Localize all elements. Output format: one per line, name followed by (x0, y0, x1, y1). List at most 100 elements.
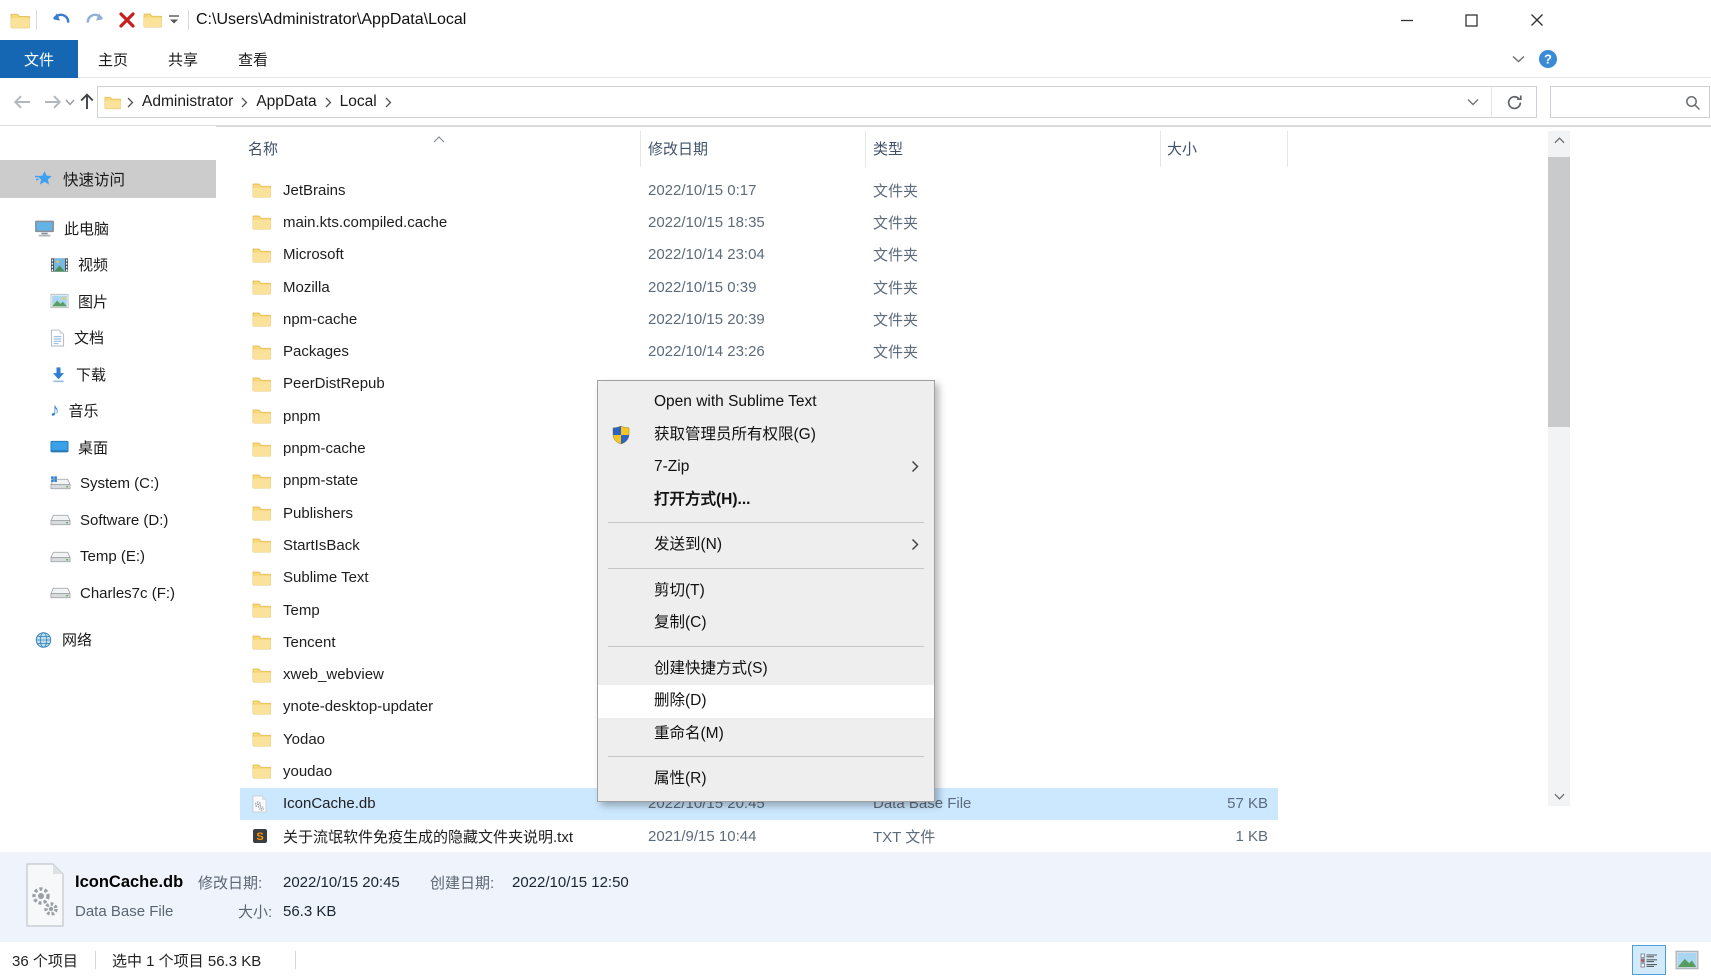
details-modified-value: 2022/10/15 20:45 (283, 874, 400, 891)
sidebar-item[interactable]: 网络 (0, 622, 216, 659)
search-icon[interactable] (1685, 95, 1701, 111)
folder-icon (252, 699, 271, 715)
column-divider[interactable] (1160, 131, 1161, 167)
file-date: 2022/10/15 0:39 (648, 271, 858, 303)
breadcrumb-separator-icon[interactable] (241, 97, 248, 108)
column-header-type[interactable]: 类型 (873, 127, 903, 169)
menu-item[interactable]: 7-Zip (598, 451, 934, 484)
sidebar-item[interactable]: 此电脑 (0, 210, 216, 247)
breadcrumb-separator-icon[interactable] (127, 97, 134, 108)
file-row[interactable]: S关于流氓软件免疫生成的隐藏文件夹说明.txt2021/9/15 10:44TX… (216, 820, 1546, 852)
toolbar-dropdown-icon[interactable] (164, 0, 184, 40)
folder-icon (252, 214, 271, 230)
breadcrumb-item[interactable]: Local (332, 87, 385, 117)
ribbon-tab-share[interactable]: 共享 (148, 40, 218, 78)
sidebar-item[interactable]: 下载 (0, 356, 216, 393)
column-divider[interactable] (1287, 131, 1288, 167)
column-header-size[interactable]: 大小 (1167, 127, 1197, 169)
back-icon[interactable] (8, 78, 36, 126)
scroll-down-icon[interactable] (1548, 787, 1570, 806)
menu-item[interactable]: 复制(C) (598, 607, 934, 640)
breadcrumb-separator-icon[interactable] (325, 97, 332, 108)
scrollbar-thumb[interactable] (1548, 157, 1570, 427)
breadcrumb-item[interactable]: AppData (248, 87, 324, 117)
ribbon-collapse-icon[interactable] (1504, 40, 1532, 78)
sidebar-item[interactable]: 文档 (0, 320, 216, 357)
menu-separator (608, 756, 924, 757)
breadcrumb-separator-icon[interactable] (385, 97, 392, 108)
db-file-icon (252, 795, 267, 813)
help-icon[interactable]: ? (1534, 40, 1562, 78)
title-bar: C:\Users\Administrator\AppData\Local (0, 0, 1711, 40)
file-row[interactable]: Packages2022/10/14 23:26文件夹 (216, 335, 1546, 367)
menu-item[interactable]: 获取管理员所有权限(G) (598, 419, 934, 452)
sidebar-item-label: 网络 (62, 629, 92, 650)
menu-item[interactable]: 创建快捷方式(S) (598, 653, 934, 686)
drive-icon (50, 513, 71, 527)
sidebar-item-label: Software (D:) (80, 512, 168, 529)
menu-item[interactable]: 属性(R) (598, 763, 934, 796)
sidebar-item[interactable]: Temp (E:) (0, 539, 216, 576)
file-row[interactable]: JetBrains2022/10/15 0:17文件夹 (216, 174, 1546, 206)
toolbar-folder-icon[interactable] (140, 0, 164, 40)
column-header-name[interactable]: 名称 (248, 127, 278, 169)
sidebar-item[interactable]: Software (D:) (0, 502, 216, 539)
breadcrumb-item[interactable]: Administrator (134, 87, 241, 117)
refresh-icon[interactable] (1492, 87, 1536, 117)
file-row[interactable]: Microsoft2022/10/14 23:04文件夹 (216, 239, 1546, 271)
undo-icon[interactable] (46, 0, 76, 40)
file-row[interactable]: Mozilla2022/10/15 0:39文件夹 (216, 271, 1546, 303)
sidebar: 快速访问 此电脑视频图片文档下载♪音乐桌面System (C:) Software… (0, 126, 216, 852)
menu-item[interactable]: Open with Sublime Text (598, 386, 934, 419)
file-name: IconCache.db (283, 788, 633, 820)
sidebar-item-label: 快速访问 (63, 168, 125, 190)
sidebar-items: 此电脑视频图片文档下载♪音乐桌面System (C:) Software (D:)… (0, 210, 216, 658)
close-button[interactable] (1514, 0, 1560, 40)
sidebar-item[interactable]: Charles7c (F:) (0, 575, 216, 612)
sidebar-item[interactable]: ♪音乐 (0, 393, 216, 430)
sidebar-item-quick-access[interactable]: 快速访问 (0, 160, 216, 198)
address-dropdown-icon[interactable] (1455, 87, 1491, 117)
file-row[interactable]: main.kts.compiled.cache2022/10/15 18:35文… (216, 206, 1546, 238)
menu-item[interactable]: 剪切(T) (598, 575, 934, 608)
svg-text:?: ? (1544, 52, 1552, 67)
menu-item[interactable]: 重命名(M) (598, 718, 934, 751)
toolbar-separator (36, 10, 37, 30)
column-divider[interactable] (865, 131, 866, 167)
address-bar[interactable]: AdministratorAppData Local (97, 86, 1537, 118)
column-header-date[interactable]: 修改日期 (648, 127, 708, 169)
vertical-scrollbar[interactable] (1548, 131, 1570, 806)
delete-red-icon[interactable] (112, 0, 142, 40)
details-pane: IconCache.db 修改日期: 2022/10/15 20:45 创建日期… (0, 852, 1711, 942)
folder-icon (252, 731, 271, 747)
ribbon-tab-home[interactable]: 主页 (78, 40, 148, 78)
sidebar-item[interactable]: 视频 (0, 247, 216, 284)
minimize-button[interactable] (1384, 0, 1430, 40)
menu-item-label: Open with Sublime Text (654, 393, 817, 410)
folder-icon (252, 247, 271, 263)
view-details-button[interactable] (1632, 945, 1666, 975)
sidebar-item[interactable]: 桌面 (0, 429, 216, 466)
sidebar-item[interactable]: System (C:) (0, 466, 216, 503)
menu-item-label: 属性(R) (654, 770, 707, 787)
scroll-up-icon[interactable] (1548, 131, 1570, 150)
sidebar-item[interactable]: 图片 (0, 283, 216, 320)
ribbon-tab-view[interactable]: 查看 (218, 40, 288, 78)
menu-item[interactable]: 打开方式(H)... (598, 484, 934, 517)
maximize-button[interactable] (1448, 0, 1494, 40)
search-input[interactable] (1557, 89, 1677, 115)
file-name: npm-cache (283, 303, 633, 335)
ribbon-tab-file[interactable]: 文件 (0, 40, 78, 78)
column-divider[interactable] (640, 131, 641, 167)
menu-separator (608, 646, 924, 647)
redo-icon[interactable] (80, 0, 110, 40)
menu-item[interactable]: 发送到(N) (598, 529, 934, 562)
details-created-label: 创建日期: (430, 872, 494, 893)
folder-icon (252, 279, 271, 295)
file-row[interactable]: npm-cache2022/10/15 20:39文件夹 (216, 303, 1546, 335)
menu-item[interactable]: 删除(D) (598, 685, 934, 718)
file-name: Publishers (283, 497, 633, 529)
file-date: 2021/9/15 10:44 (648, 820, 858, 852)
view-thumbnails-button[interactable] (1670, 945, 1704, 975)
status-separator (295, 951, 296, 969)
